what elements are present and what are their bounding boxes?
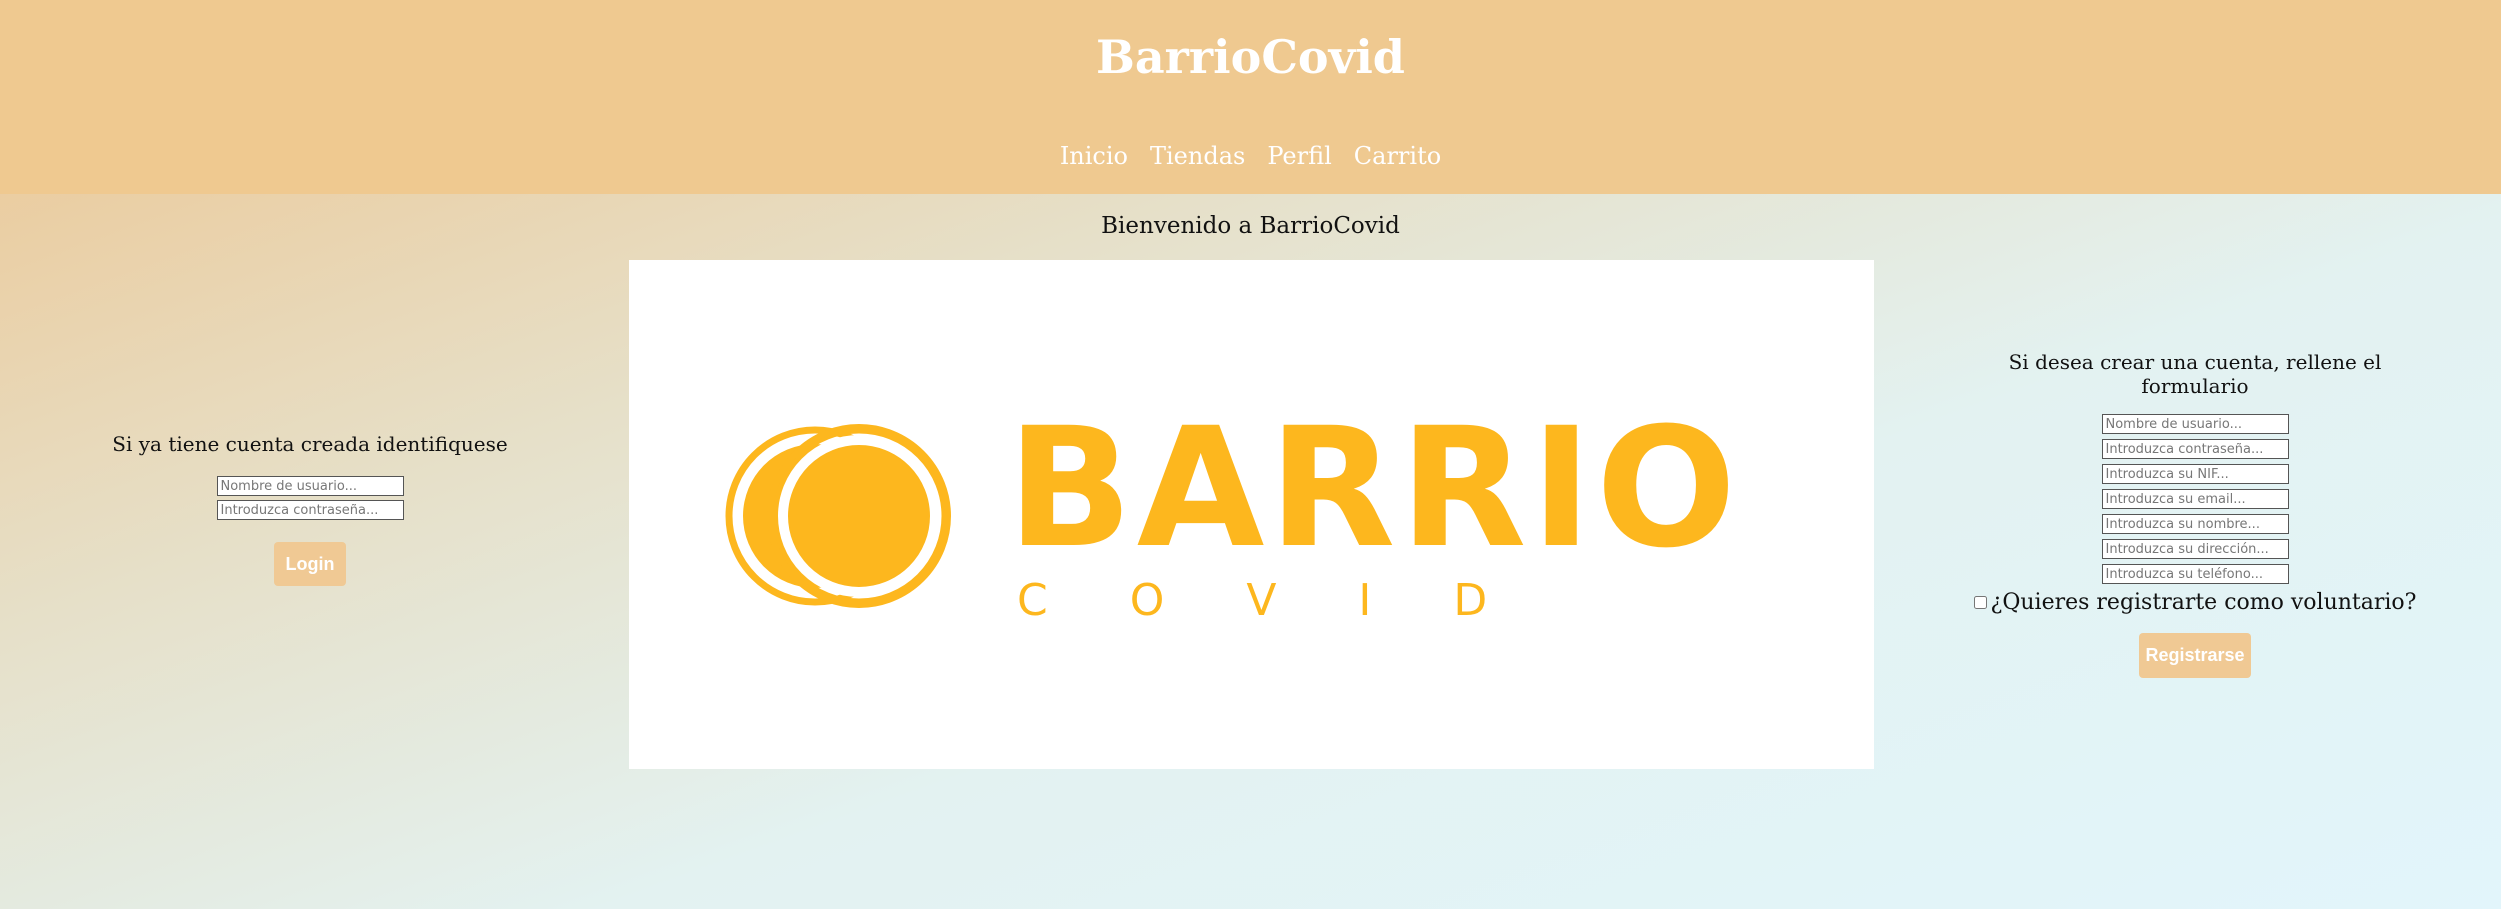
login-heading: Si ya tiene cuenta creada identifiquese bbox=[112, 432, 508, 456]
nav-carrito[interactable]: Carrito bbox=[1354, 142, 1441, 170]
welcome-heading: Bienvenido a BarrioCovid bbox=[1101, 213, 1400, 239]
register-phone-input[interactable] bbox=[2101, 564, 2289, 584]
logo-image: BARRIO C O V I D bbox=[725, 392, 1740, 626]
register-heading: Si desea crear una cuenta, rellene el fo… bbox=[2008, 350, 2382, 398]
register-password-input[interactable] bbox=[2101, 439, 2289, 459]
register-address-input[interactable] bbox=[2101, 539, 2289, 559]
volunteer-checkbox[interactable] bbox=[1973, 596, 1987, 609]
volunteer-option: ¿Quieres registrarte como voluntario? bbox=[1960, 590, 2430, 615]
register-nif-input[interactable] bbox=[2101, 464, 2289, 484]
main-nav: Inicio Tiendas Perfil Carrito bbox=[0, 142, 2501, 170]
login-username-input[interactable] bbox=[216, 476, 404, 496]
register-panel: Si desea crear una cuenta, rellene el fo… bbox=[1960, 350, 2430, 678]
site-header: BarrioCovid Inicio Tiendas Perfil Carrit… bbox=[0, 0, 2501, 194]
register-username-input[interactable] bbox=[2101, 414, 2289, 434]
nav-tiendas[interactable]: Tiendas bbox=[1150, 142, 1245, 170]
logo-rings-icon bbox=[725, 424, 951, 608]
register-name-input[interactable] bbox=[2101, 514, 2289, 534]
login-button[interactable]: Login bbox=[273, 542, 347, 586]
login-password-input[interactable] bbox=[216, 500, 404, 520]
register-button[interactable]: Registrarse bbox=[2139, 633, 2251, 678]
site-title: BarrioCovid bbox=[1096, 30, 1405, 84]
nav-perfil[interactable]: Perfil bbox=[1267, 142, 1331, 170]
barrio-covid-logo: BARRIO C O V I D bbox=[629, 260, 1874, 769]
nav-inicio[interactable]: Inicio bbox=[1060, 142, 1128, 170]
register-email-input[interactable] bbox=[2101, 489, 2289, 509]
logo-word: BARRIO bbox=[1007, 392, 1740, 584]
login-panel: Si ya tiene cuenta creada identifiquese … bbox=[100, 432, 520, 586]
logo-sub: C O V I D bbox=[1017, 575, 1521, 626]
volunteer-label: ¿Quieres registrarte como voluntario? bbox=[1990, 590, 2417, 615]
